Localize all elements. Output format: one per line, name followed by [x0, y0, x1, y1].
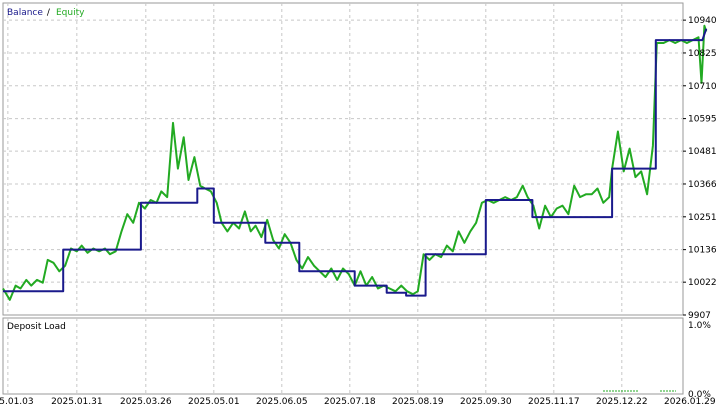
x-tick-label-3: 2025.05.01	[188, 397, 240, 407]
y-tick-label-7: 10710	[688, 82, 717, 92]
x-axis: 2025.01.03 2025.01.31 2025.03.26 2025.05.01…	[0, 397, 716, 407]
y-tick-label-1: 10022	[688, 278, 717, 288]
x-tick-label-1: 2025.01.31	[51, 397, 103, 407]
legend-equity-label: Equity	[56, 8, 85, 18]
y-tick-label-4: 10366	[688, 180, 717, 190]
deposit-load-ytick-top: 1.0%	[688, 321, 711, 331]
y-tick-label-6: 10595	[688, 115, 717, 125]
y-tick-label-3: 10251	[688, 213, 717, 223]
x-tick-label-2: 2025.03.26	[120, 397, 172, 407]
x-tick-label-9: 2025.12.22	[596, 397, 648, 407]
deposit-load-title: Deposit Load	[7, 322, 66, 332]
x-tick-label-0: 2025.01.03	[0, 397, 34, 407]
x-tick-label-7: 2025.09.30	[460, 397, 512, 407]
y-tick-label-0: 9907	[688, 311, 711, 321]
y-tick-label-9: 10940	[688, 16, 717, 26]
y-tick-label-8: 10825	[688, 49, 717, 59]
x-tick-label-5: 2025.07.18	[324, 397, 376, 407]
x-tick-label-10: 2026.01.29	[664, 397, 716, 407]
balance-equity-chart: 9907 10022 10136 10251 10366 10481 10595 10710 1…	[0, 0, 727, 410]
deposit-load-frame	[2, 317, 684, 395]
chart-svg: 9907 10022 10136 10251 10366 10481 10595 10710 1…	[0, 2, 717, 407]
y-tick-label-5: 10481	[688, 147, 717, 157]
legend-balance-label: Balance	[7, 8, 43, 18]
x-tick-label-8: 2025.11.17	[528, 397, 580, 407]
x-tick-label-6: 2025.08.19	[392, 397, 444, 407]
y-tick-label-2: 10136	[688, 246, 717, 256]
x-tick-label-4: 2025.06.05	[256, 397, 308, 407]
legend-separator: /	[44, 8, 53, 18]
